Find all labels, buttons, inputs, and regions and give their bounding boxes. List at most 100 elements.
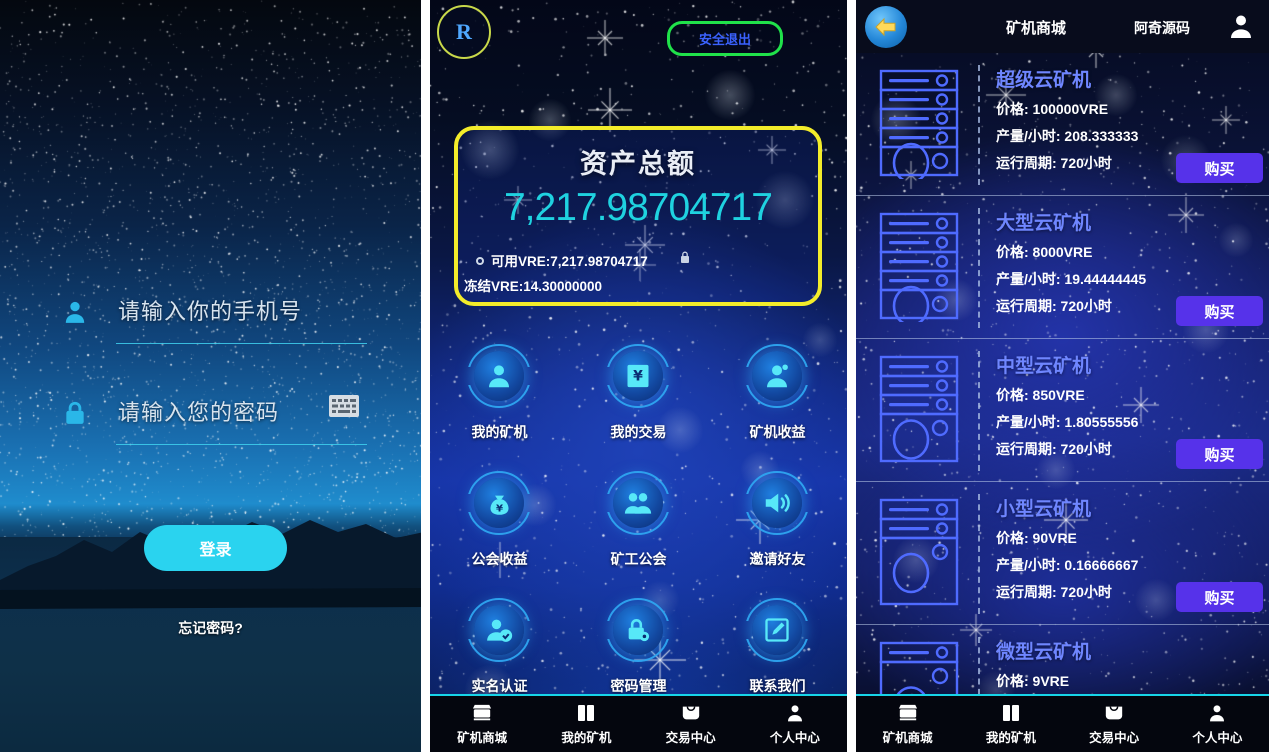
miner-shop-screen: 矿机商城 阿奇源码 超级云矿机价格: 100000VRE 产量/小时: 208.3… (855, 0, 1269, 752)
icon-wrapper (1063, 702, 1166, 724)
person-icon (787, 705, 802, 722)
back-arrow-icon (875, 17, 896, 37)
logout-button[interactable]: 安全退出 (666, 21, 783, 56)
icon-wrapper (534, 702, 638, 724)
navbar-label: 我的矿机 (985, 731, 1036, 745)
lock-icon (680, 251, 689, 263)
navbar-label: 交易中心 (1089, 731, 1140, 745)
navbar-label: 个人中心 (769, 731, 820, 745)
server-icon (578, 705, 595, 721)
product-info: 中型云矿机 价格: 850VRE 产量/小时: 1.80555556 运行周期: 72… (996, 351, 1138, 459)
icon-wrapper (745, 471, 810, 535)
navbar-item-my-miner[interactable]: 我的矿机 (534, 702, 638, 746)
forgot-password-link[interactable]: 忘记密码? (0, 618, 421, 638)
buy-button[interactable]: 购买 (1176, 296, 1263, 326)
keyboard-icon[interactable] (328, 395, 359, 417)
product-price: 价格: 8000VRE (995, 244, 1093, 260)
asset-summary-card: 资产总额 7,217.98704717 可用VRE:7,217.98704717… (453, 126, 822, 306)
miner-machine-icon (879, 498, 959, 606)
divider (977, 208, 980, 328)
product-price: 价格: 90VRE (995, 530, 1077, 546)
divider (977, 65, 980, 185)
login-button[interactable]: 登录 (144, 525, 287, 571)
icon-wrapper (856, 702, 959, 724)
menu-item-my-trade[interactable]: ¥ 我的交易 (569, 344, 708, 442)
menu-item-guild-income[interactable]: ¥ 公会收益 (430, 471, 569, 569)
price-value: 8000VRE (1032, 244, 1093, 260)
three-panel-screenshot: 请输入你的手机号 请输入您的密码 登录 忘记密码? R 安全退出 资产总额 7,… (0, 0, 1269, 752)
login-screen: 请输入你的手机号 请输入您的密码 登录 忘记密码? (0, 0, 421, 752)
product-row[interactable]: 超级云矿机 价格: 100000VRE 产量/小时: 208.333333 运行周期:… (855, 53, 1269, 196)
navbar-label: 矿机商城 (882, 731, 933, 745)
icon-wrapper (745, 598, 810, 662)
product-info: 大型云矿机 价格: 8000VRE 产量/小时: 19.44444445 运行周期: … (996, 208, 1146, 316)
navbar-item-shop[interactable]: 矿机商城 (856, 702, 959, 746)
output-value: 1.80555556 (1064, 414, 1139, 430)
product-price: 价格: 9VRE (995, 673, 1070, 689)
product-row[interactable]: 小型云矿机 价格: 90VRE 产量/小时: 0.16666667 运行周期: 720… (855, 482, 1269, 625)
frozen-balance: 冻结VRE:14.30000000 (463, 279, 603, 294)
menu-item-miner-income[interactable]: 矿机收益 (708, 344, 847, 442)
menu-item-invite-friends[interactable]: 邀请好友 (708, 471, 847, 569)
product-price: 价格: 850VRE (995, 387, 1085, 403)
people-icon (625, 493, 652, 514)
menu-item-password-manage[interactable]: 密码管理 (569, 598, 708, 696)
app-logo: R (436, 5, 491, 59)
menu-row-3: 实名认证 密码管理 联系我们 (430, 598, 847, 696)
product-row[interactable]: 中型云矿机 价格: 850VRE 产量/小时: 1.80555556 运行周期: 72… (855, 339, 1269, 482)
brand-label: 阿奇源码 (1133, 20, 1190, 36)
available-balance-text: 可用VRE:7,217.98704717 (490, 254, 648, 269)
phone-underline (116, 343, 367, 344)
menu-item-miner-guild[interactable]: 矿工公会 (569, 471, 708, 569)
navbar-item-shop[interactable]: 矿机商城 (430, 702, 534, 746)
miner-machine-icon (879, 212, 959, 322)
asset-title: 资产总额 (579, 149, 696, 179)
product-output: 产量/小时: 0.16666667 (995, 557, 1139, 573)
menu-item-my-miner[interactable]: 我的矿机 (430, 344, 569, 442)
navbar-item-trade-center[interactable]: 交易中心 (638, 702, 742, 746)
icon-wrapper (743, 702, 847, 724)
icon-wrapper (745, 344, 810, 408)
product-output: 产量/小时: 208.333333 (995, 128, 1139, 144)
password-placeholder: 请输入您的密码 (118, 400, 280, 425)
user-gear-icon (767, 364, 789, 388)
navbar-item-trade-center[interactable]: 交易中心 (1063, 702, 1166, 746)
menu-label: 实名认证 (471, 678, 528, 694)
product-row[interactable]: 大型云矿机 价格: 8000VRE 产量/小时: 19.44444445 运行周期: … (855, 196, 1269, 339)
back-button[interactable] (864, 6, 907, 48)
person-icon[interactable] (1229, 13, 1253, 39)
menu-label: 联系我们 (749, 678, 806, 694)
price-value: 850VRE (1032, 387, 1085, 403)
phone-field[interactable]: 请输入你的手机号 (56, 288, 367, 344)
coin-icon (475, 257, 484, 265)
cycle-value: 720小时 (1060, 155, 1112, 171)
shop-icon (473, 704, 492, 721)
product-cycle: 运行周期: 720小时 (995, 441, 1112, 457)
product-output: 产量/小时: 1.80555556 (995, 414, 1139, 430)
lock-gear-icon (629, 619, 650, 642)
navbar-item-personal-center[interactable]: 个人中心 (743, 702, 847, 746)
home-dashboard-screen: R 安全退出 资产总额 7,217.98704717 可用VRE:7,217.9… (429, 0, 847, 752)
navbar-item-my-miner[interactable]: 我的矿机 (959, 702, 1062, 746)
phone-placeholder: 请输入你的手机号 (118, 299, 303, 324)
buy-button[interactable]: 购买 (1176, 582, 1263, 612)
navbar-item-personal-center[interactable]: 个人中心 (1166, 702, 1269, 746)
menu-item-realname-verify[interactable]: 实名认证 (430, 598, 569, 696)
icon-wrapper (467, 344, 532, 408)
megaphone-icon (766, 493, 791, 513)
home-bottom-navbar: 矿机商城 我的矿机 交易中心 个人中心 (429, 694, 847, 752)
icon-wrapper (638, 702, 742, 724)
price-value: 90VRE (1032, 530, 1077, 546)
password-underline (116, 444, 367, 445)
product-name: 超级云矿机 (995, 70, 1091, 91)
icon-wrapper (430, 702, 534, 724)
menu-label: 矿机收益 (749, 424, 806, 440)
buy-button[interactable]: 购买 (1176, 439, 1263, 469)
navbar-label: 个人中心 (1192, 731, 1243, 745)
buy-button[interactable]: 购买 (1176, 153, 1263, 183)
product-price: 价格: 100000VRE (995, 101, 1109, 117)
password-field[interactable]: 请输入您的密码 (56, 389, 367, 445)
menu-item-contact-us[interactable]: 联系我们 (708, 598, 847, 696)
miner-machine-icon (879, 355, 959, 463)
product-name: 小型云矿机 (995, 499, 1091, 520)
